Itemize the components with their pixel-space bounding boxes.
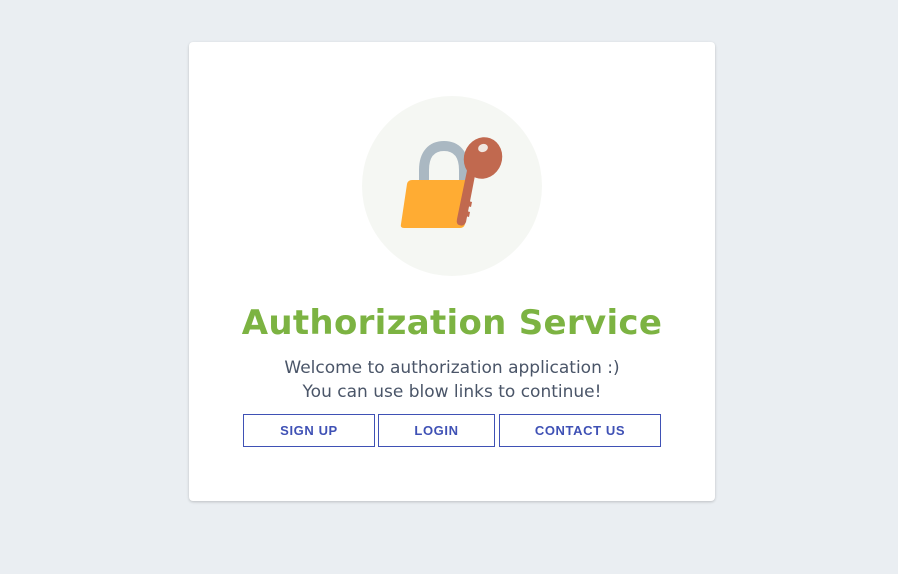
icon-circle [362, 96, 542, 276]
welcome-line-2: You can use blow links to continue! [302, 382, 602, 402]
lock-with-key-icon [400, 137, 503, 228]
login-button[interactable]: LOGIN [378, 414, 495, 447]
welcome-line-1: Welcome to authorization application :) [284, 358, 620, 378]
auth-card: Authorization Service Welcome to authori… [189, 42, 715, 501]
welcome-message: Welcome to authorization application :) … [189, 356, 715, 404]
page-title: Authorization Service [241, 303, 663, 343]
sign-up-button[interactable]: SIGN UP [243, 414, 375, 447]
contact-us-button[interactable]: CONTACT US [499, 414, 661, 447]
